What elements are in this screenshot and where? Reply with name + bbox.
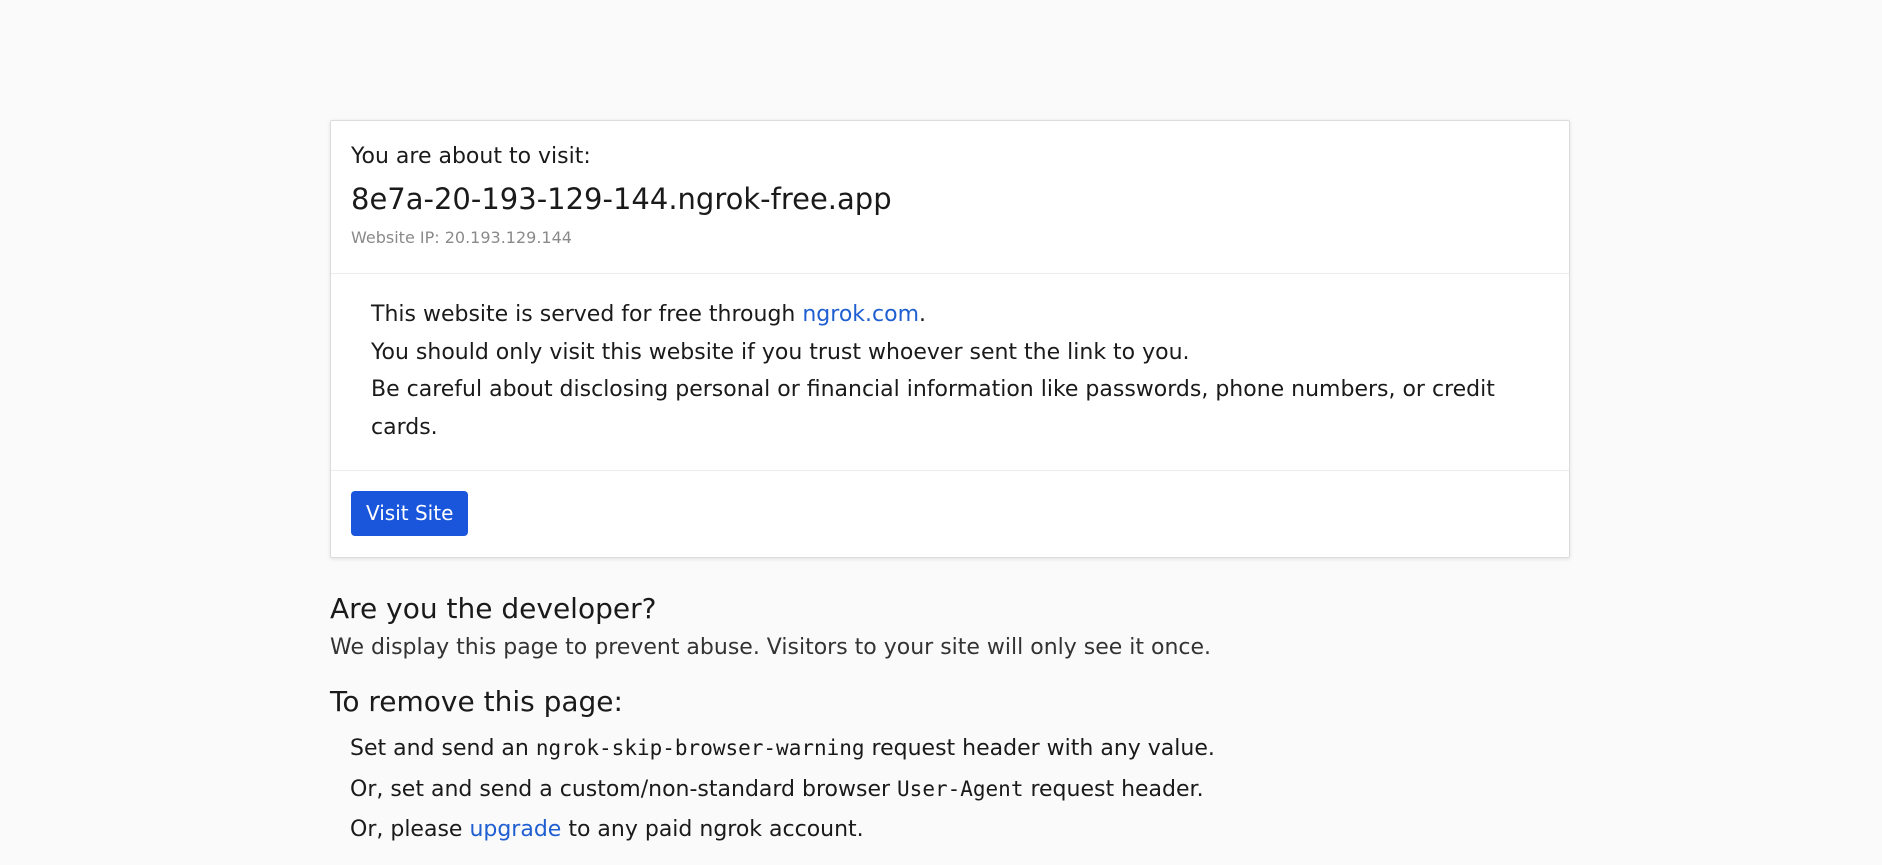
user-agent-code: User-Agent: [897, 777, 1024, 801]
remove-steps-list: Set and send an ngrok-skip-browser-warni…: [330, 728, 1570, 850]
card-footer: Visit Site: [331, 471, 1569, 557]
remove-step-user-agent: Or, set and send a custom/non-standard b…: [350, 777, 1204, 802]
ngrok-link[interactable]: ngrok.com: [802, 302, 919, 327]
upgrade-link[interactable]: upgrade: [469, 817, 561, 842]
visit-warning-card: You are about to visit: 8e7a-20-193-129-…: [330, 120, 1570, 558]
visit-site-button[interactable]: Visit Site: [351, 491, 469, 536]
developer-description: We display this page to prevent abuse. V…: [330, 635, 1212, 660]
served-by-line: This website is served for free through …: [371, 302, 926, 327]
card-body: This website is served for free through …: [331, 274, 1569, 471]
developer-heading: Are you the developer?: [330, 592, 657, 625]
page-container: You are about to visit: 8e7a-20-193-129-…: [330, 120, 1570, 850]
remove-step-header: Set and send an ngrok-skip-browser-warni…: [350, 736, 1215, 761]
website-ip: Website IP: 20.193.129.144: [351, 228, 572, 247]
header-name-code: ngrok-skip-browser-warning: [535, 736, 865, 760]
card-header: You are about to visit: 8e7a-20-193-129-…: [331, 121, 1569, 274]
disclosure-warning-line: Be careful about disclosing personal or …: [371, 377, 1495, 440]
remove-page-heading: To remove this page:: [330, 685, 623, 718]
remove-step-upgrade: Or, please upgrade to any paid ngrok acc…: [350, 817, 864, 842]
trust-warning-line: You should only visit this website if yo…: [371, 339, 1190, 365]
about-to-visit-label: You are about to visit:: [351, 144, 591, 169]
developer-section: Are you the developer? We display this p…: [330, 591, 1570, 850]
destination-hostname: 8e7a-20-193-129-144.ngrok-free.app: [351, 182, 892, 216]
